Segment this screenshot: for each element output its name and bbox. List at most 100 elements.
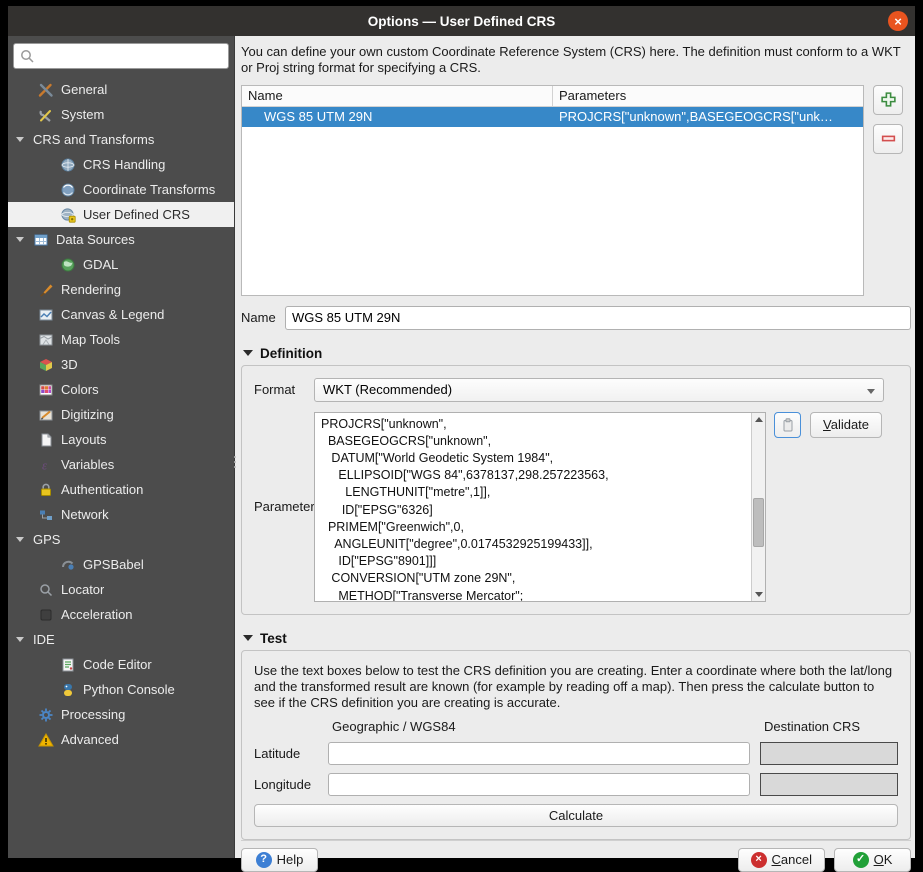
sidebar-item-user-defined-crs[interactable]: User Defined CRS bbox=[8, 202, 234, 227]
sidebar-item-code-editor[interactable]: Code Editor bbox=[8, 652, 234, 677]
options-sidebar: General System CRS and Transforms CRS Ha… bbox=[8, 36, 235, 858]
sidebar-item-3d[interactable]: 3D bbox=[8, 352, 234, 377]
sidebar-item-acceleration[interactable]: Acceleration bbox=[8, 602, 234, 627]
chevron-down-icon bbox=[16, 537, 24, 542]
sidebar-item-colors[interactable]: Colors bbox=[8, 377, 234, 402]
help-button[interactable]: ? Help bbox=[241, 848, 318, 872]
wkt-parameters-textarea[interactable]: PROJCRS["unknown", BASEGEOGCRS["unknown"… bbox=[314, 412, 766, 602]
format-label: Format bbox=[254, 382, 314, 397]
cancel-icon: × bbox=[751, 852, 767, 868]
sidebar-item-digitizing[interactable]: Digitizing bbox=[8, 402, 234, 427]
titlebar[interactable]: Options — User Defined CRS × bbox=[8, 6, 915, 36]
column-header-parameters[interactable]: Parameters bbox=[553, 86, 863, 106]
help-icon: ? bbox=[256, 852, 272, 868]
sidebar-group-gps[interactable]: GPS bbox=[8, 527, 234, 552]
close-icon[interactable]: × bbox=[888, 11, 908, 31]
parameters-scrollbar[interactable] bbox=[751, 413, 765, 601]
column-header-name[interactable]: Name bbox=[242, 86, 553, 106]
format-dropdown[interactable]: WKT (Recommended) bbox=[314, 378, 884, 402]
variables-epsilon-icon: ε bbox=[38, 457, 54, 473]
sidebar-item-gpsbabel[interactable]: GPSBabel bbox=[8, 552, 234, 577]
cancel-button[interactable]: × Cancel bbox=[738, 848, 825, 872]
chevron-down-icon bbox=[16, 237, 24, 242]
test-description: Use the text boxes below to test the CRS… bbox=[254, 663, 898, 712]
sidebar-item-network[interactable]: Network bbox=[8, 502, 234, 527]
copy-parameters-button[interactable] bbox=[774, 412, 801, 438]
collapse-triangle-icon bbox=[243, 350, 253, 356]
python-icon bbox=[60, 682, 76, 698]
scroll-down-button[interactable] bbox=[752, 588, 765, 601]
longitude-input[interactable] bbox=[328, 773, 750, 796]
sidebar-group-ide[interactable]: IDE bbox=[8, 627, 234, 652]
test-title: Test bbox=[260, 631, 287, 646]
add-crs-button[interactable] bbox=[873, 85, 903, 115]
panel-description: You can define your own custom Coordinat… bbox=[241, 44, 911, 77]
latitude-label: Latitude bbox=[254, 746, 318, 761]
chevron-down-icon bbox=[16, 137, 24, 142]
sidebar-item-processing[interactable]: Processing bbox=[8, 702, 234, 727]
sidebar-item-map-tools[interactable]: Map Tools bbox=[8, 327, 234, 352]
destination-longitude-output bbox=[760, 773, 898, 796]
3d-cube-icon bbox=[38, 357, 54, 373]
minus-icon bbox=[880, 130, 897, 147]
code-editor-icon bbox=[60, 657, 76, 673]
sidebar-item-rendering[interactable]: Rendering bbox=[8, 277, 234, 302]
sidebar-item-canvas-legend[interactable]: Canvas & Legend bbox=[8, 302, 234, 327]
search-icon bbox=[19, 48, 35, 64]
clipboard-copy-icon bbox=[780, 417, 796, 433]
sidebar-group-data-sources[interactable]: Data Sources bbox=[8, 227, 234, 252]
gdal-icon bbox=[60, 257, 76, 273]
crs-name-input[interactable] bbox=[285, 306, 911, 330]
calculate-button[interactable]: Calculate bbox=[254, 804, 898, 827]
network-icon bbox=[38, 507, 54, 523]
latitude-input[interactable] bbox=[328, 742, 750, 765]
scrollbar-thumb[interactable] bbox=[753, 498, 764, 547]
acceleration-icon bbox=[38, 607, 54, 623]
dialog-button-box: ? Help × Cancel ✓ OK bbox=[241, 840, 911, 872]
digitizing-icon bbox=[38, 407, 54, 423]
user-defined-crs-panel: You can define your own custom Coordinat… bbox=[235, 36, 915, 858]
window-title: Options — User Defined CRS bbox=[368, 14, 556, 29]
validate-button[interactable]: Validate bbox=[810, 412, 882, 438]
definition-group-box: Format WKT (Recommended) Parameters PROJ… bbox=[241, 365, 911, 615]
processing-gear-icon bbox=[38, 707, 54, 723]
sidebar-item-crs-handling[interactable]: CRS Handling bbox=[8, 152, 234, 177]
destination-latitude-output bbox=[760, 742, 898, 765]
data-sources-icon bbox=[33, 232, 49, 248]
sidebar-item-coordinate-transforms[interactable]: Coordinate Transforms bbox=[8, 177, 234, 202]
sidebar-item-python-console[interactable]: Python Console bbox=[8, 677, 234, 702]
custom-crs-table: Name Parameters WGS 85 UTM 29N PROJCRS["… bbox=[241, 85, 864, 296]
user-defined-crs-icon bbox=[60, 207, 76, 223]
parameters-label: Parameters bbox=[254, 499, 314, 514]
format-selected-value: WKT (Recommended) bbox=[323, 382, 452, 397]
map-tools-icon bbox=[38, 332, 54, 348]
sidebar-item-layouts[interactable]: Layouts bbox=[8, 427, 234, 452]
name-label: Name bbox=[241, 310, 285, 325]
sidebar-item-authentication[interactable]: Authentication bbox=[8, 477, 234, 502]
sidebar-item-system[interactable]: System bbox=[8, 102, 234, 127]
ok-icon: ✓ bbox=[853, 852, 869, 868]
collapse-triangle-icon bbox=[243, 635, 253, 641]
sidebar-item-locator[interactable]: Locator bbox=[8, 577, 234, 602]
chevron-down-icon bbox=[867, 389, 875, 394]
remove-crs-button[interactable] bbox=[873, 124, 903, 154]
sidebar-item-variables[interactable]: ε Variables bbox=[8, 452, 234, 477]
sidebar-item-gdal[interactable]: GDAL bbox=[8, 252, 234, 277]
wkt-text: PROJCRS["unknown", BASEGEOGCRS["unknown"… bbox=[315, 413, 765, 602]
ok-button[interactable]: ✓ OK bbox=[834, 848, 911, 872]
crs-name-cell: WGS 85 UTM 29N bbox=[242, 107, 553, 127]
crs-handling-icon bbox=[60, 157, 76, 173]
scroll-up-button[interactable] bbox=[752, 413, 765, 426]
locator-magnifier-icon bbox=[38, 582, 54, 598]
definition-section-header[interactable]: Definition bbox=[243, 346, 911, 361]
sidebar-group-crs-and-transforms[interactable]: CRS and Transforms bbox=[8, 127, 234, 152]
search-input[interactable] bbox=[13, 43, 229, 69]
sidebar-item-general[interactable]: General bbox=[8, 77, 234, 102]
test-section-header[interactable]: Test bbox=[243, 631, 911, 646]
panel-splitter[interactable] bbox=[231, 447, 238, 477]
sidebar-item-advanced[interactable]: Advanced bbox=[8, 727, 234, 752]
longitude-label: Longitude bbox=[254, 777, 318, 792]
table-row[interactable]: WGS 85 UTM 29N PROJCRS["unknown",BASEGEO… bbox=[242, 107, 863, 127]
gpsbabel-icon bbox=[60, 557, 76, 573]
plus-icon bbox=[880, 91, 897, 108]
